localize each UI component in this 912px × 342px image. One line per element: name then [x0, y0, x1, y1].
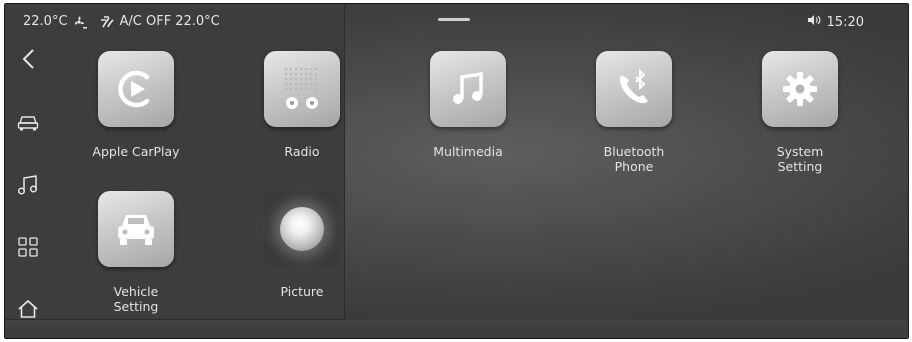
status-right: 15:20 — [807, 14, 864, 30]
climate-status[interactable]: 22.0°C A/C OFF 22.0°C — [23, 14, 220, 29]
status-bar: 22.0°C A/C OFF 22.0°C 15:20 — [5, 4, 908, 34]
app-label: Apple CarPlay — [92, 144, 180, 159]
car-icon — [98, 191, 174, 267]
radio-icon — [264, 51, 340, 127]
sidebar-item-apps[interactable] — [15, 236, 41, 262]
cabin-temperature: 22.0°C — [23, 14, 68, 29]
car-icon — [17, 114, 39, 136]
carplay-icon — [98, 51, 174, 127]
music-note-icon — [17, 174, 39, 200]
app-label: Multimedia — [433, 144, 503, 159]
back-button[interactable] — [15, 48, 41, 74]
volume-icon[interactable] — [807, 14, 822, 30]
bluetooth-phone-icon — [596, 51, 672, 127]
bottom-strip — [5, 320, 908, 338]
gear-icon — [762, 51, 838, 127]
sidebar — [5, 34, 53, 324]
airflow-icon — [100, 15, 116, 29]
fan-icon — [72, 15, 88, 29]
app-label: System Setting — [776, 144, 824, 174]
home-icon — [17, 299, 39, 323]
home-screen: 22.0°C A/C OFF 22.0°C 15:20 Apple CarPla… — [4, 3, 909, 339]
sidebar-item-vehicle[interactable] — [15, 112, 41, 138]
grid-icon — [18, 237, 38, 261]
app-label: Radio — [284, 144, 320, 159]
music-note-icon — [430, 51, 506, 127]
app-label: Picture — [280, 284, 324, 299]
clock: 15:20 — [826, 14, 864, 30]
app-label: Bluetooth Phone — [603, 144, 665, 174]
home-button[interactable] — [15, 298, 41, 324]
picture-icon — [264, 191, 340, 267]
drawer-handle[interactable] — [438, 18, 470, 21]
chevron-left-icon — [21, 48, 35, 74]
set-temperature: 22.0°C — [175, 14, 220, 29]
orb-graphic — [280, 207, 324, 251]
app-label: Vehicle Setting — [113, 284, 159, 314]
sidebar-item-music[interactable] — [15, 174, 41, 200]
ac-status: A/C OFF — [119, 14, 172, 29]
